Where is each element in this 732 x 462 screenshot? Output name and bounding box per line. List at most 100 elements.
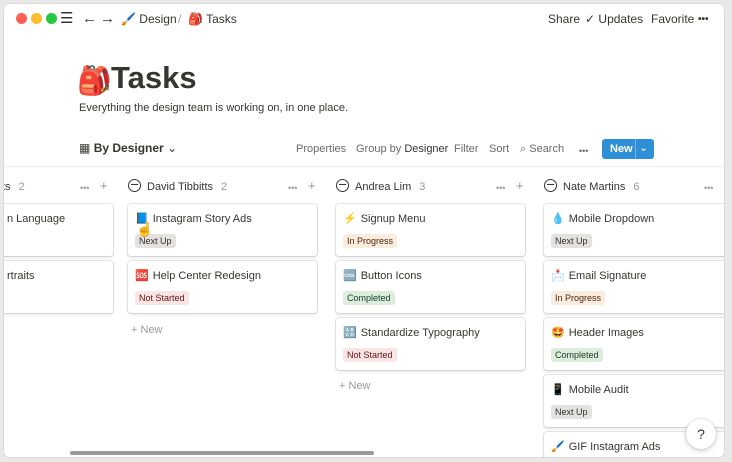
card-title-text: Instagram Story Ads (152, 213, 252, 225)
card-title: 🆘 Help Center Redesign (135, 269, 261, 283)
more-options-icon[interactable]: ••• (698, 13, 709, 27)
card-title-text: Email Signature (568, 270, 647, 282)
share-button[interactable]: Share (548, 12, 580, 26)
filter-button[interactable]: Filter (454, 142, 478, 156)
card-title: 🆒 Button Icons (343, 269, 422, 283)
status-badge: In Progress (551, 291, 606, 305)
column-more-icon[interactable]: ••• (704, 180, 713, 196)
card-title-text: Mobile Dropdown (568, 213, 655, 225)
hand-cursor-icon: ☝ (136, 221, 154, 237)
column-more-icon[interactable]: ••• (80, 180, 89, 196)
new-button[interactable]: New ⌄ (602, 139, 654, 159)
status-badge: In Progress (343, 234, 398, 248)
search-icon: ⌕ (520, 143, 527, 155)
view-label: By Designer (93, 141, 164, 155)
cool-icon: 🆒 (343, 270, 357, 282)
status-badge: Completed (343, 291, 395, 305)
card-title: 🖌️ GIF Instagram Ads (551, 440, 660, 454)
forward-arrow-icon[interactable]: → (100, 10, 115, 28)
column-count: 2 (18, 181, 25, 193)
add-new-card-button[interactable]: + New (131, 323, 163, 337)
chevron-down-icon[interactable]: ⌄ (639, 141, 648, 155)
menu-icon[interactable]: ☰ (60, 10, 73, 28)
column-header[interactable]: David Tibbitts 2 (128, 179, 227, 195)
card-title: rtraits (7, 270, 35, 282)
minimize-window-button[interactable] (31, 13, 42, 24)
avatar (544, 179, 557, 192)
zoom-window-button[interactable] (46, 13, 57, 24)
card-title-text: Help Center Redesign (152, 270, 261, 282)
group-by-value: Designer (404, 143, 449, 155)
page-icon-backpack[interactable]: 🎒 (77, 64, 112, 98)
task-card[interactable]: 🆘 Help Center Redesign Not Started (128, 261, 317, 313)
group-by-prefix: Group by (356, 143, 402, 155)
chevron-down-icon: ⌄ (167, 141, 178, 155)
updates-button[interactable]: ✓ Updates (585, 12, 643, 26)
page-description[interactable]: Everything the design team is working on… (79, 101, 348, 115)
breadcrumb-tasks[interactable]: 🎒 Tasks (188, 12, 237, 26)
horizontal-scrollbar[interactable] (70, 451, 374, 455)
more-options-icon[interactable]: ••• (579, 144, 588, 158)
sort-button[interactable]: Sort (489, 142, 509, 156)
card-title: 🤩 Header Images (551, 326, 644, 340)
status-badge: Not Started (135, 291, 189, 305)
view-selector[interactable]: ▦ By Designer ⌄ (79, 141, 177, 155)
task-card[interactable]: 🤩 Header Images Completed (544, 318, 724, 370)
backpack-icon: 🎒 (188, 12, 203, 26)
top-bar: ☰ ← → 🖌️ Design / 🎒 Tasks Share ✓ Update… (4, 4, 724, 34)
back-arrow-icon[interactable]: ← (82, 10, 97, 28)
column-more-icon[interactable]: ••• (496, 180, 505, 196)
status-badge: Completed (551, 348, 603, 362)
mobile-phone-icon: 📱 (551, 384, 565, 396)
column-add-icon[interactable]: + (100, 178, 108, 194)
app-window: ☰ ← → 🖌️ Design / 🎒 Tasks Share ✓ Update… (4, 4, 724, 457)
task-card[interactable]: n Language (4, 204, 113, 256)
card-title: n Language (7, 213, 66, 225)
column-add-icon[interactable]: + (516, 178, 524, 194)
board-view-icon: ▦ (79, 141, 91, 155)
kanban-board: ts 2 ••• + n Language rtraits David Tibbi… (4, 167, 724, 457)
paintbrush-icon: 🖌️ (551, 441, 565, 453)
task-card[interactable]: 🆒 Button Icons Completed (336, 261, 525, 313)
card-title-text: GIF Instagram Ads (568, 441, 661, 453)
column-more-icon[interactable]: ••• (288, 180, 297, 196)
status-badge: Next Up (551, 234, 592, 248)
column-header[interactable]: Nate Martins 6 (544, 179, 639, 195)
column-header[interactable]: ts 2 (4, 179, 25, 195)
card-title: 📩 Email Signature (551, 269, 646, 283)
droplet-icon: 💧 (551, 213, 565, 225)
column-name: Nate Martins (563, 181, 626, 193)
task-card[interactable]: 💧 Mobile Dropdown Next Up (544, 204, 724, 256)
properties-button[interactable]: Properties (296, 142, 346, 156)
column-add-icon[interactable]: + (308, 178, 316, 194)
column-name: David Tibbitts (147, 181, 214, 193)
column-count: 3 (419, 181, 426, 193)
favorite-button[interactable]: Favorite (651, 12, 694, 26)
star-struck-icon: 🤩 (551, 327, 565, 339)
card-title-text: Header Images (568, 327, 644, 339)
search-button[interactable]: ⌕ Search (520, 142, 564, 156)
task-card[interactable]: 📘 Instagram Story Ads Next Up (128, 204, 317, 256)
task-card[interactable]: 📩 Email Signature In Progress (544, 261, 724, 313)
group-by-button[interactable]: Group by Designer (356, 142, 448, 156)
breadcrumb-separator: / (178, 12, 182, 26)
add-new-label: New (348, 380, 371, 392)
uppercase-letters-icon: 🔠 (343, 327, 357, 339)
add-new-card-button[interactable]: + New (339, 379, 371, 393)
search-label: Search (529, 143, 565, 155)
divider (635, 139, 636, 159)
card-title-text: Signup Menu (360, 213, 426, 225)
close-window-button[interactable] (16, 13, 27, 24)
breadcrumb-design[interactable]: 🖌️ Design (121, 12, 177, 26)
card-title-text: Button Icons (360, 270, 422, 282)
help-button[interactable]: ? (686, 419, 716, 449)
paintbrush-icon: 🖌️ (121, 12, 136, 26)
add-new-label: New (140, 324, 163, 336)
task-card[interactable]: rtraits (4, 261, 113, 313)
page-title[interactable]: Tasks (111, 59, 197, 97)
updates-label: Updates (598, 12, 644, 26)
task-card[interactable]: ⚡ Signup Menu In Progress (336, 204, 525, 256)
plus-icon: + (339, 380, 346, 392)
column-header[interactable]: Andrea Lim 3 (336, 179, 425, 195)
task-card[interactable]: 🔠 Standardize Typography Not Started (336, 318, 525, 370)
